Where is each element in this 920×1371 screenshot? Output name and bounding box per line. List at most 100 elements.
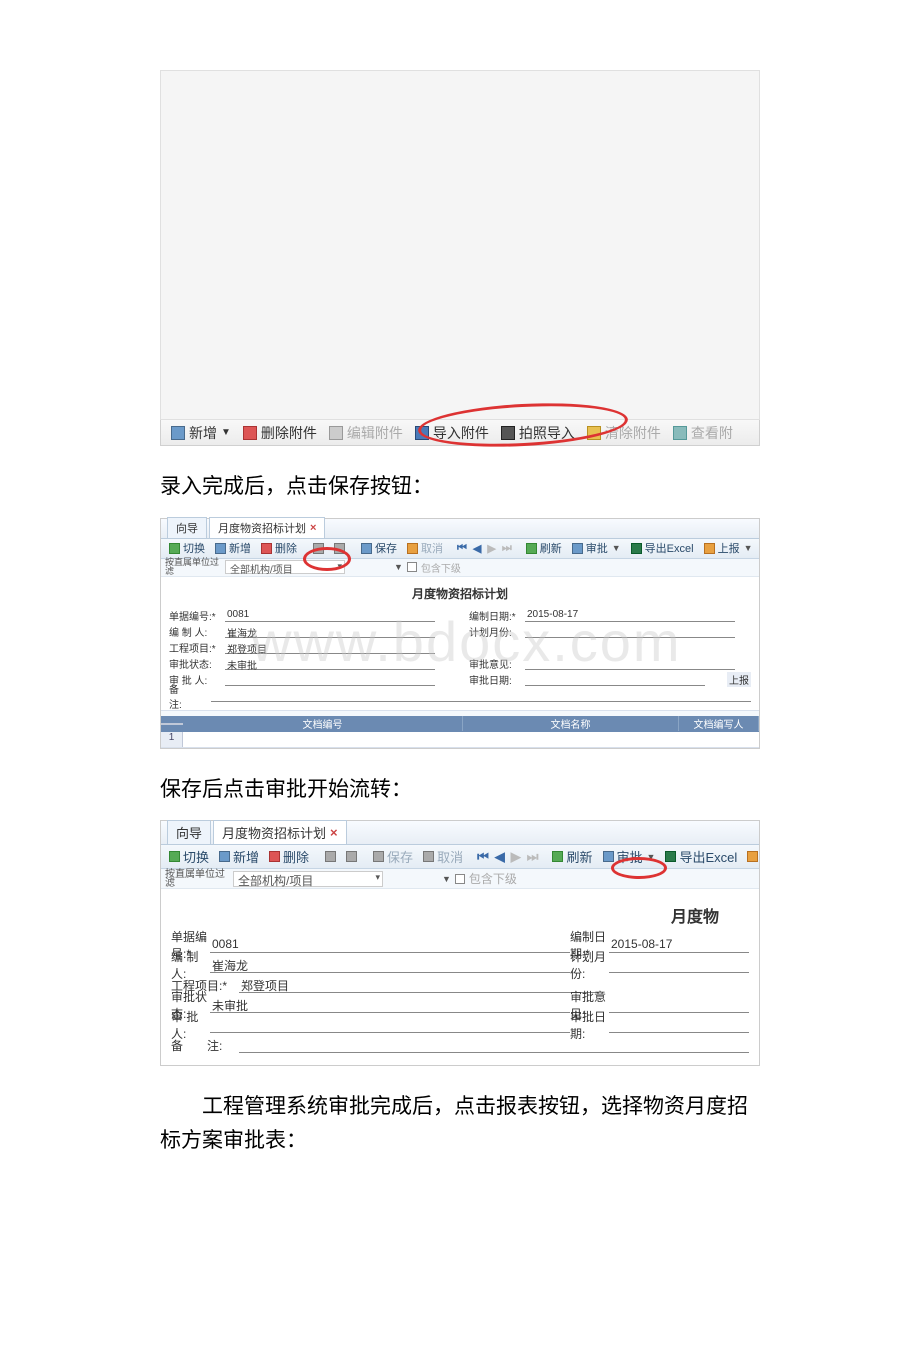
opinion-label: 审批意见: [469, 656, 525, 671]
attach-photo-label: 拍照导入 [519, 423, 575, 443]
nav-prev[interactable]: ◀ [493, 849, 507, 865]
new-button[interactable]: 新增 [211, 540, 255, 556]
table-header: 文档编号 文档名称 文档编写人 [161, 716, 759, 732]
approver-value[interactable] [210, 1017, 570, 1033]
export-excel-button[interactable]: 导出Excel [661, 847, 741, 866]
attach-view-button[interactable]: 查看附 [669, 423, 737, 443]
approvedate-value[interactable] [609, 1017, 749, 1033]
refresh-button[interactable]: 刷新 [548, 847, 596, 866]
author-value[interactable]: 崔海龙 [210, 957, 570, 973]
main-toolbar: 切换 新增 删除 保存 取消 ⏮ ◀ ▶ ⏭ 刷新 审批▼ 导出Excel 上报 [161, 845, 759, 869]
docno-value[interactable]: 0081 [210, 937, 570, 953]
save-icon [373, 851, 384, 862]
delete-button[interactable]: 删除 [265, 847, 313, 866]
undo-button[interactable] [309, 543, 328, 554]
new-label: 新增 [229, 540, 251, 556]
attach-edit-button[interactable]: 编辑附件 [325, 423, 407, 443]
attach-import-button[interactable]: 导入附件 [411, 423, 493, 443]
close-icon[interactable]: × [330, 825, 338, 840]
approver-value[interactable] [225, 673, 435, 686]
remark-label: 备 注: [169, 681, 211, 711]
refresh-button[interactable]: 刷新 [522, 540, 566, 556]
plus-icon [171, 426, 185, 440]
distribute-button[interactable]: 下发▼ [759, 540, 760, 556]
project-value[interactable]: 郑登项目 [239, 977, 599, 993]
date-value[interactable]: 2015-08-17 [525, 609, 735, 622]
attach-photo-button[interactable]: 拍照导入 [497, 423, 579, 443]
export-excel-button[interactable]: 导出Excel [627, 540, 698, 556]
filter-label: 按直属单位过滤 [165, 558, 221, 576]
export-label: 导出Excel [679, 847, 737, 866]
filter-org-select[interactable]: 全部机构/项目 [233, 871, 383, 887]
tab-guide[interactable]: 向导 [167, 517, 207, 538]
redo-button[interactable] [330, 543, 349, 554]
switch-button[interactable]: 切换 [165, 540, 209, 556]
tab-main[interactable]: 月度物资招标计划 × [213, 820, 347, 844]
remark-value[interactable] [211, 689, 751, 702]
nav-next[interactable]: ▶ [509, 849, 523, 865]
remark-value[interactable] [239, 1037, 749, 1053]
refresh-label: 刷新 [566, 847, 592, 866]
refresh-icon [552, 851, 563, 862]
nav-first[interactable]: ⏮ [455, 542, 469, 555]
nav-last[interactable]: ⏭ [525, 849, 541, 865]
upload-button[interactable]: 上报 [743, 847, 759, 866]
tab-main-label: 月度物资招标计划 [218, 520, 306, 536]
save-label: 保存 [387, 847, 413, 866]
nav-next[interactable]: ▶ [485, 542, 497, 555]
include-sub-checkbox[interactable] [407, 562, 417, 572]
nav-last[interactable]: ⏭ [500, 542, 514, 555]
refresh-icon [526, 543, 537, 554]
tab-guide[interactable]: 向导 [167, 820, 211, 844]
chevron-down-icon: ▼ [744, 543, 753, 553]
table-row[interactable]: 1 [161, 732, 759, 748]
attachment-toolbar: 新增 ▼ 删除附件 编辑附件 导入附件 拍照导入 清除附件 [160, 420, 760, 446]
status-value: 未审批 [225, 657, 435, 670]
tab-main[interactable]: 月度物资招标计划 × [209, 517, 325, 538]
save-label: 保存 [375, 540, 397, 556]
upload-icon [704, 543, 715, 554]
nav-first[interactable]: ⏮ [475, 849, 491, 865]
filter-row: 按直属单位过滤 全部机构/项目 ▼ 包含下级 [161, 869, 759, 889]
approve-button[interactable]: 审批▼ [599, 847, 660, 866]
upload-button[interactable]: 上报▼ [700, 540, 757, 556]
redo-button[interactable] [342, 851, 361, 862]
attach-new-label: 新增 [189, 423, 217, 443]
planmonth-value[interactable] [609, 957, 749, 973]
undo-button[interactable] [321, 851, 340, 862]
author-value[interactable]: 崔海龙 [225, 625, 435, 638]
date-label: 编制日期:* [469, 608, 525, 623]
tab-bar: 向导 月度物资招标计划 × [161, 821, 759, 845]
redo-icon [346, 851, 357, 862]
date-value[interactable]: 2015-08-17 [609, 937, 749, 953]
switch-icon [169, 543, 180, 554]
filter-org-select[interactable]: 全部机构/项目 [225, 560, 345, 574]
nav-prev[interactable]: ◀ [471, 542, 483, 555]
filter-select-value: 全部机构/项目 [230, 565, 293, 576]
attach-new-button[interactable]: 新增 ▼ [167, 423, 235, 443]
approve-button[interactable]: 审批▼ [568, 540, 625, 556]
close-icon[interactable]: × [310, 522, 316, 534]
cancel-button[interactable]: 取消 [403, 540, 447, 556]
attach-import-label: 导入附件 [433, 423, 489, 443]
row-index: 1 [161, 732, 183, 747]
switch-button[interactable]: 切换 [165, 847, 213, 866]
project-value[interactable]: 郑登项目 [225, 641, 435, 654]
new-button[interactable]: 新增 [215, 847, 263, 866]
approvedate-value[interactable] [525, 673, 705, 686]
save-button[interactable]: 保存 [369, 847, 417, 866]
docno-value[interactable]: 0081 [225, 609, 435, 622]
upload-icon [747, 851, 758, 862]
undo-icon [325, 851, 336, 862]
delete-button[interactable]: 删除 [257, 540, 301, 556]
remark-label: 备 注: [171, 1037, 239, 1054]
attach-delete-button[interactable]: 删除附件 [239, 423, 321, 443]
opinion-value[interactable] [609, 997, 749, 1013]
attach-clear-button[interactable]: 清除附件 [583, 423, 665, 443]
opinion-value[interactable] [525, 657, 735, 670]
cancel-button[interactable]: 取消 [419, 847, 467, 866]
planmonth-value[interactable] [525, 625, 735, 638]
include-sub-checkbox[interactable] [455, 874, 465, 884]
save-button[interactable]: 保存 [357, 540, 401, 556]
new-label: 新增 [233, 847, 259, 866]
